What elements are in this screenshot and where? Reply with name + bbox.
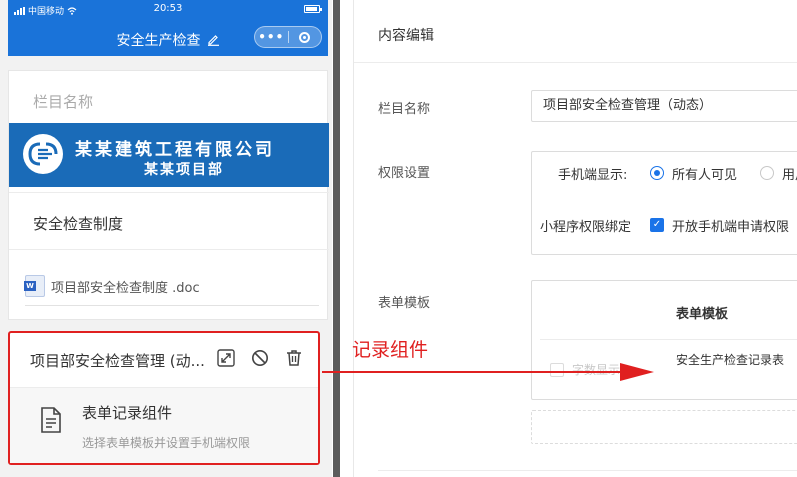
option-open-apply[interactable]: 开放手机端申请权限	[672, 216, 789, 235]
radio-users[interactable]	[760, 166, 774, 180]
disable-icon[interactable]	[250, 348, 270, 368]
word-doc-icon: W	[24, 275, 45, 297]
annotation-arrow-icon	[322, 363, 654, 381]
divider	[9, 249, 329, 250]
divider	[540, 339, 797, 340]
card-actions	[216, 348, 304, 368]
template-name[interactable]: 安全生产检查记录表	[676, 350, 786, 370]
editor-title: 内容编辑	[378, 28, 434, 44]
more-icon[interactable]: •••	[255, 30, 288, 44]
column-name-placeholder: 栏目名称	[33, 93, 94, 111]
column-name-label: 栏目名称	[378, 102, 431, 117]
battery-icon	[304, 5, 322, 13]
form-template-label: 表单模板	[378, 296, 431, 311]
table-header: 表单模板	[676, 307, 729, 322]
doc-file-row[interactable]: W 项目部安全检查制度 .doc	[24, 275, 200, 297]
panel-splitter[interactable]	[333, 0, 340, 477]
doc-underline	[25, 305, 319, 306]
trash-icon[interactable]	[284, 348, 304, 368]
edit-pencil-icon[interactable]	[207, 33, 220, 46]
divider	[378, 470, 797, 471]
option-everyone[interactable]: 所有人可见	[672, 164, 737, 183]
checkbox-open-apply[interactable]: ✓	[650, 218, 664, 232]
form-component-description: 选择表单模板并设置手机端权限	[82, 436, 251, 450]
miniprogram-capsule[interactable]: •••	[254, 26, 322, 48]
phone-preview: 中国移动 20:53 安全生产检查 ••• 栏目名称 某某建筑工程有限公司 某某…	[0, 0, 332, 477]
column-name-input[interactable]: 项目部安全检查管理（动态）	[531, 90, 797, 122]
status-time: 20:53	[153, 3, 183, 14]
expand-icon[interactable]	[216, 348, 236, 368]
form-component-name: 表单记录组件	[82, 404, 173, 422]
company-banner: 某某建筑工程有限公司 某某项目部	[9, 123, 329, 187]
banner-project-name: 某某项目部	[144, 162, 224, 178]
selected-card-title: 项目部安全检查管理 (动...	[30, 352, 205, 370]
mini-program-label: 小程序权限绑定	[540, 220, 632, 235]
close-target-icon[interactable]	[289, 31, 322, 43]
divider	[9, 192, 329, 193]
permission-settings: 手机端显示: 所有人可见 用户 小程序权限绑定 ✓ 开放手机端申请权限	[531, 151, 797, 255]
content-editor: 内容编辑 栏目名称 项目部安全检查管理（动态） 权限设置 手机端显示: 所有人可…	[353, 0, 797, 477]
column-card[interactable]: 栏目名称 某某建筑工程有限公司 某某项目部 安全检查制度 W 项目部安全检查制度…	[8, 70, 329, 320]
radio-everyone[interactable]	[650, 166, 664, 180]
section-title: 安全检查制度	[33, 215, 124, 233]
option-users[interactable]: 用户	[782, 164, 797, 183]
page-title-text: 安全生产检查	[116, 33, 201, 49]
divider	[354, 62, 797, 63]
form-record-component[interactable]: 表单记录组件 选择表单模板并设置手机端权限	[10, 388, 318, 463]
banner-company-name: 某某建筑工程有限公司	[75, 140, 275, 160]
selected-component-card[interactable]: 项目部安全检查管理 (动... 表单记录组件 选择表单模板并设置手机端权限	[8, 331, 320, 465]
permission-label: 权限设置	[378, 166, 431, 181]
status-bar: 中国移动 20:53	[8, 0, 328, 20]
add-template-area[interactable]	[531, 410, 797, 444]
doc-file-name[interactable]: 项目部安全检查制度 .doc	[51, 277, 200, 296]
document-icon	[40, 406, 62, 438]
mobile-display-label: 手机端显示:	[558, 168, 628, 183]
phone-header: 中国移动 20:53 安全生产检查 •••	[8, 0, 328, 56]
